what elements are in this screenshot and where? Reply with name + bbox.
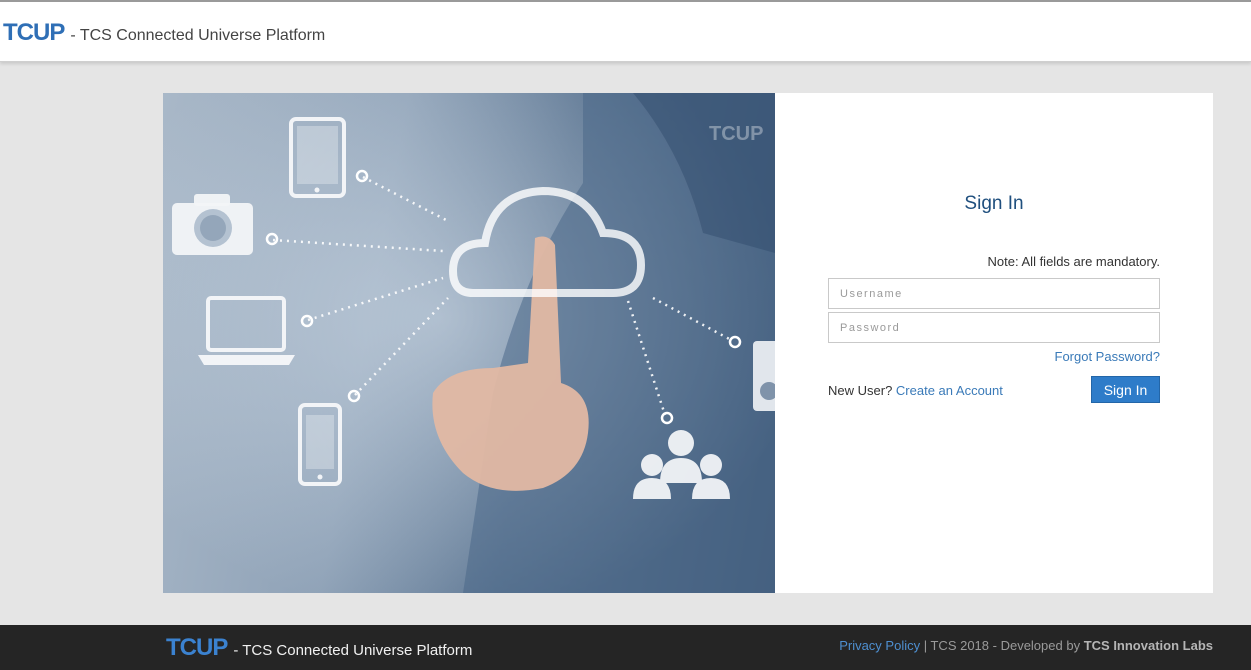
new-user-row: New User? Create an Account [828, 383, 1003, 398]
mandatory-note: Note: All fields are mandatory. [987, 254, 1160, 269]
footer-tagline: - TCS Connected Universe Platform [233, 642, 473, 659]
footer-tcup-logo: TCUP [166, 634, 228, 661]
footer-links: Privacy Policy | TCS 2018 - Developed by… [839, 638, 1213, 653]
camera-icon [172, 194, 253, 255]
speaker-icon [753, 341, 775, 411]
privacy-policy-link[interactable]: Privacy Policy [839, 638, 920, 653]
forgot-password-link[interactable]: Forgot Password? [1055, 349, 1161, 364]
hero-illustration: TCUP [163, 93, 775, 593]
hero-watermark: TCUP [709, 123, 763, 145]
create-account-link[interactable]: Create an Account [896, 383, 1003, 398]
copyright-text: | TCS 2018 - Developed by [923, 638, 1081, 653]
header-brand[interactable]: TCUP - TCS Connected Universe Platform [3, 19, 325, 47]
sign-in-title: Sign In [964, 193, 1024, 214]
password-input[interactable] [828, 312, 1160, 343]
login-card: TCUP Sign In Note: All fields are mandat… [163, 93, 1213, 593]
sign-in-button[interactable]: Sign In [1091, 376, 1160, 403]
username-input[interactable] [828, 278, 1160, 309]
hero-image: TCUP [163, 93, 775, 593]
footer-brand: TCUP - TCS Connected Universe Platform [166, 634, 472, 662]
tcup-logo: TCUP [3, 19, 65, 46]
top-header: TCUP - TCS Connected Universe Platform [0, 0, 1251, 62]
new-user-label: New User? [828, 383, 893, 398]
developer-name: TCS Innovation Labs [1083, 638, 1213, 653]
header-tagline: - TCS Connected Universe Platform [70, 27, 326, 44]
sign-in-form: Sign In Note: All fields are mandatory. … [775, 93, 1213, 593]
footer: TCUP - TCS Connected Universe Platform P… [0, 625, 1251, 670]
